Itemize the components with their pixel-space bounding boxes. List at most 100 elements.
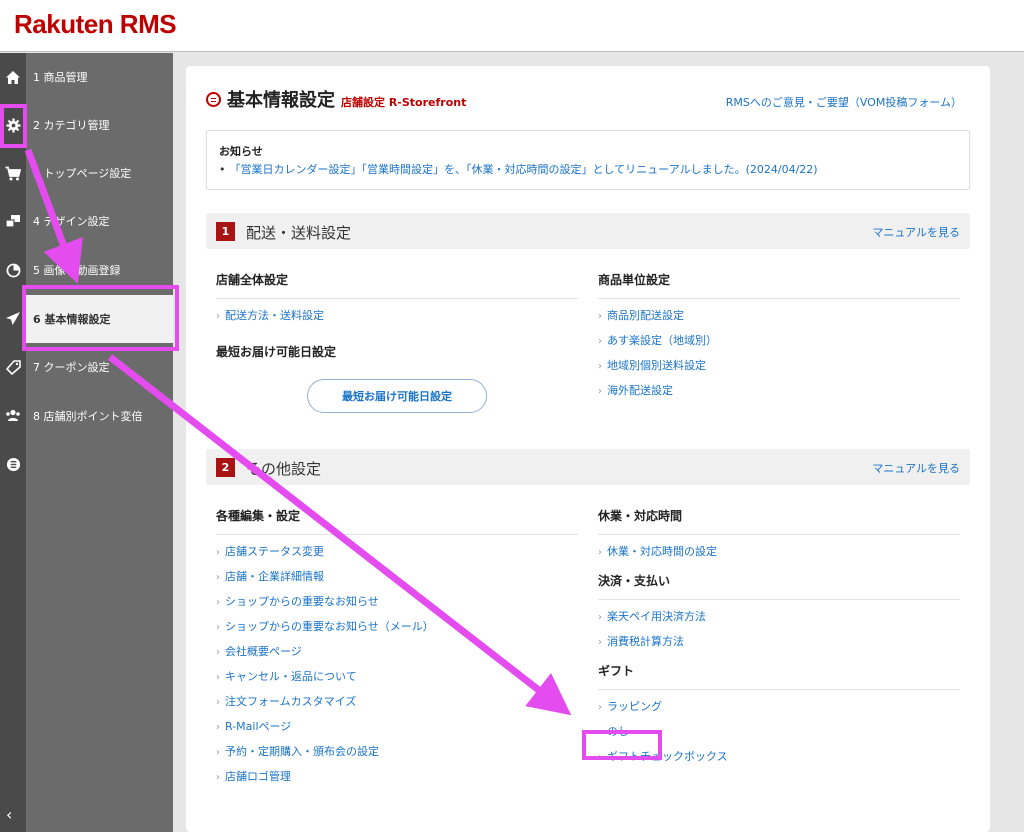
people-icon[interactable] <box>3 405 23 425</box>
chevron-right-icon: › <box>598 311 602 322</box>
column-heading: 店舗全体設定 <box>216 271 578 299</box>
sidebar-item-label: 2 カテゴリ管理 <box>33 119 110 132</box>
link-important-notice[interactable]: › ショップからの重要なお知らせ <box>216 593 578 618</box>
link-label: あす楽設定（地域別） <box>607 334 717 347</box>
link-order-form[interactable]: › 注文フォームカスタマイズ <box>216 693 578 718</box>
link-label: 休業・対応時間の設定 <box>607 545 717 558</box>
chevron-right-icon: › <box>598 637 602 648</box>
highlight-gear <box>0 104 27 148</box>
link-label: 店舗ステータス変更 <box>225 545 324 558</box>
link-cancel-return[interactable]: › キャンセル・返品について <box>216 668 578 693</box>
icon-rail: ‹ <box>0 53 26 832</box>
breadcrumb: 店舗設定 R-Storefront <box>341 96 467 109</box>
paper-plane-icon[interactable] <box>3 308 23 328</box>
sidebar-item-category-management[interactable]: 2 カテゴリ管理 <box>26 101 173 149</box>
link-label: 商品別配送設定 <box>607 309 684 322</box>
section-title: 配送・送料設定 <box>246 224 352 242</box>
chevron-right-icon: › <box>216 622 220 633</box>
pie-chart-icon[interactable] <box>3 260 23 280</box>
page-title: 基本情報設定 <box>227 90 335 111</box>
notice-item[interactable]: • 「営業日カレンダー設定」「営業時間設定」を、「休業・対応時間の設定」としてリニ… <box>219 161 957 177</box>
link-label: 海外配送設定 <box>607 384 673 397</box>
edit-settings-column: 各種編集・設定 › 店舗ステータス変更 › 店舗・企業詳細情報 › ショップからの重要… <box>216 507 578 793</box>
column-heading: 各種編集・設定 <box>216 507 578 535</box>
chevron-right-icon: › <box>598 336 602 347</box>
link-wrapping[interactable]: › ラッピング <box>598 698 960 723</box>
link-label: 店舗・企業詳細情報 <box>225 570 324 583</box>
section-header-shipping: 1 配送・送料設定 マニュアルを見る <box>206 213 970 249</box>
notice-title: お知らせ <box>219 145 263 158</box>
chevron-right-icon: › <box>598 612 602 623</box>
link-label: 店舗ロゴ管理 <box>225 770 291 783</box>
feedback-link[interactable]: RMSへのご意見・ご要望（VOM投稿フォーム） <box>726 94 962 110</box>
link-subscription[interactable]: › 予約・定期購入・頒布会の設定 <box>216 743 578 768</box>
column-heading: ギフト <box>598 662 960 690</box>
notice-item-text: 「営業日カレンダー設定」「営業時間設定」を、「休業・対応時間の設定」としてリニュ… <box>229 163 818 176</box>
cart-icon[interactable] <box>3 163 23 183</box>
link-company-details[interactable]: › 店舗・企業詳細情報 <box>216 568 578 593</box>
link-item-shipping[interactable]: › 商品別配送設定 <box>598 307 960 332</box>
store-wide-settings-column: 店舗全体設定 › 配送方法・送料設定 <box>216 271 578 332</box>
collapse-sidebar-icon[interactable]: ‹ <box>6 805 12 824</box>
sidebar-item-top-page-settings[interactable]: 3 トップページ設定 <box>26 149 173 197</box>
chevron-right-icon: › <box>598 361 602 372</box>
top-header: Rakuten RMS <box>0 0 1024 52</box>
link-label: ラッピング <box>607 700 662 713</box>
chevron-right-icon: › <box>216 572 220 583</box>
link-business-hours[interactable]: › 休業・対応時間の設定 <box>598 543 960 568</box>
column-heading: 休業・対応時間 <box>598 507 960 535</box>
link-store-logo[interactable]: › 店舗ロゴ管理 <box>216 768 578 793</box>
manual-link[interactable]: マニュアルを見る <box>872 460 960 476</box>
main-content-card: 基本情報設定 店舗設定 R-Storefront RMSへのご意見・ご要望（VO… <box>186 66 990 832</box>
section-number: 2 <box>216 458 235 477</box>
sidebar-item-label: 5 画像・動画登録 <box>33 264 121 277</box>
link-label: 注文フォームカスタマイズ <box>225 695 357 708</box>
sidebar-item-label: 1 商品管理 <box>33 71 88 84</box>
chevron-right-icon: › <box>598 386 602 397</box>
list-circle-icon <box>206 92 221 107</box>
chevron-right-icon: › <box>598 547 602 558</box>
design-icon[interactable] <box>3 211 23 231</box>
link-label: 配送方法・送料設定 <box>225 309 324 322</box>
sidebar-item-label: 3 トップページ設定 <box>33 167 132 180</box>
link-label: 地域別個別送料設定 <box>607 359 706 372</box>
link-rakuten-pay[interactable]: › 楽天ペイ用決済方法 <box>598 608 960 633</box>
list-icon[interactable] <box>3 454 23 474</box>
link-store-status[interactable]: › 店舗ステータス変更 <box>216 543 578 568</box>
sidebar-item-store-points[interactable]: 8 店舗別ポイント変倍 <box>26 392 173 440</box>
link-r-mail[interactable]: › R-Mailページ <box>216 718 578 743</box>
link-tax-calculation[interactable]: › 消費税計算方法 <box>598 633 960 658</box>
link-regional-shipping[interactable]: › 地域別個別送料設定 <box>598 357 960 382</box>
chevron-right-icon: › <box>216 747 220 758</box>
link-company-profile[interactable]: › 会社概要ページ <box>216 643 578 668</box>
section-number: 1 <box>216 222 235 241</box>
sidebar-item-design-settings[interactable]: 4 デザイン設定 <box>26 197 173 245</box>
link-label: 楽天ペイ用決済方法 <box>607 610 706 623</box>
link-overseas-shipping[interactable]: › 海外配送設定 <box>598 382 960 407</box>
chevron-right-icon: › <box>216 597 220 608</box>
link-asuraku[interactable]: › あす楽設定（地域別） <box>598 332 960 357</box>
column-subheading: 最短お届け可能日設定 <box>216 345 337 359</box>
sidebar-item-label: 4 デザイン設定 <box>33 215 110 228</box>
rakuten-rms-logo[interactable]: Rakuten RMS <box>14 9 177 40</box>
link-label: R-Mailページ <box>225 720 292 733</box>
highlight-noshi <box>582 730 662 760</box>
chevron-right-icon: › <box>216 547 220 558</box>
link-shipping-methods[interactable]: › 配送方法・送料設定 <box>216 307 578 332</box>
sidebar-item-label: 8 店舗別ポイント変倍 <box>33 410 143 423</box>
sidebar-menu: 1 商品管理 2 カテゴリ管理 3 トップページ設定 4 デザイン設定 5 画像… <box>26 53 173 832</box>
manual-link[interactable]: マニュアルを見る <box>872 224 960 240</box>
notice-box: お知らせ • 「営業日カレンダー設定」「営業時間設定」を、「休業・対応時間の設定」… <box>206 130 970 190</box>
chevron-right-icon: › <box>216 672 220 683</box>
section-header-other: 2 その他設定 マニュアルを見る <box>206 449 970 485</box>
column-heading: 決済・支払い <box>598 572 960 600</box>
home-icon[interactable] <box>3 67 23 87</box>
chevron-right-icon: › <box>216 772 220 783</box>
chevron-right-icon: › <box>216 722 220 733</box>
coupon-icon[interactable] <box>3 357 23 377</box>
shortest-delivery-button[interactable]: 最短お届け可能日設定 <box>307 379 487 413</box>
link-important-notice-mail[interactable]: › ショップからの重要なお知らせ（メール） <box>216 618 578 643</box>
sidebar-item-label: 7 クーポン設定 <box>33 361 110 374</box>
sidebar-item-product-management[interactable]: 1 商品管理 <box>26 53 173 101</box>
link-label: ショップからの重要なお知らせ（メール） <box>225 620 434 633</box>
